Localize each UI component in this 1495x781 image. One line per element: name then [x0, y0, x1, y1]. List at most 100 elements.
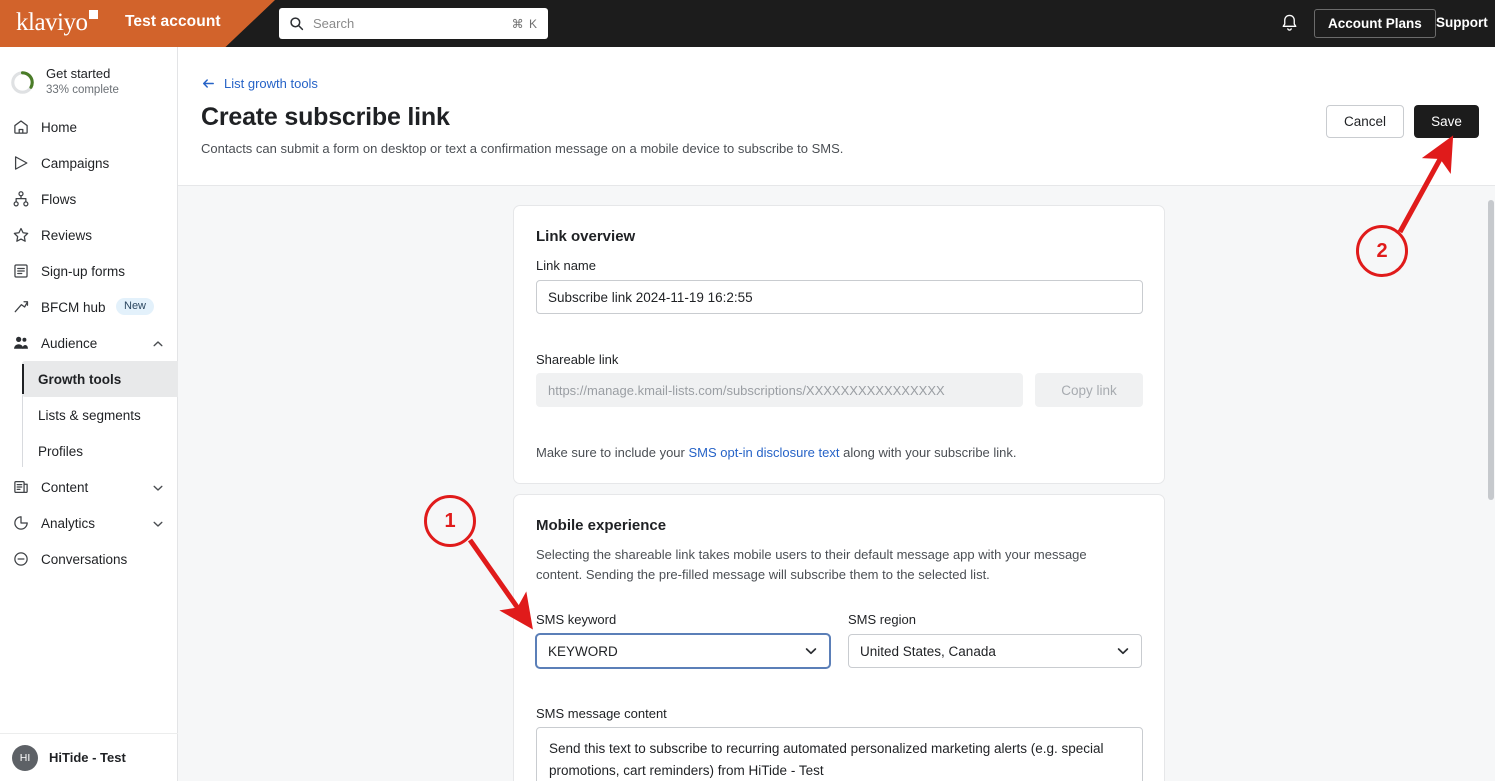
sidebar-subitem-label: Lists & segments	[38, 407, 141, 423]
get-started-title: Get started	[46, 66, 111, 82]
top-bar: klaviyo Test account Search ⌘ K Account …	[0, 0, 1495, 47]
mobile-experience-title: Mobile experience	[536, 517, 667, 534]
sidebar-item-label: Campaigns	[41, 155, 110, 171]
note-prefix: Make sure to include your	[536, 445, 689, 460]
trending-up-icon	[12, 298, 30, 316]
link-name-input[interactable]: Subscribe link 2024-11-19 16:2:55	[536, 280, 1143, 314]
copy-link-button[interactable]: Copy link	[1035, 373, 1143, 407]
sms-region-select[interactable]: United States, Canada	[848, 634, 1142, 668]
annotation-marker-1: 1	[424, 495, 476, 547]
page-subtitle: Contacts can submit a form on desktop or…	[201, 141, 844, 156]
sidebar-item-lists-segments[interactable]: Lists & segments	[22, 397, 178, 433]
sidebar-item-label: Analytics	[41, 515, 96, 531]
sidebar-item-content[interactable]: Content	[0, 469, 178, 505]
flows-icon	[12, 190, 30, 208]
copy-link-label: Copy link	[1061, 382, 1117, 398]
link-name-label: Link name	[536, 258, 596, 273]
sidebar-subitem-label: Profiles	[38, 443, 84, 459]
star-icon	[12, 226, 30, 244]
sms-disclosure-link[interactable]: SMS opt-in disclosure text	[688, 445, 839, 460]
sidebar-item-reviews[interactable]: Reviews	[0, 217, 178, 253]
sms-message-textarea[interactable]: Send this text to subscribe to recurring…	[536, 727, 1143, 781]
chevron-up-icon[interactable]	[152, 337, 164, 349]
sms-keyword-select[interactable]: KEYWORD	[536, 634, 830, 668]
new-badge: New	[116, 298, 155, 315]
sidebar-item-profiles[interactable]: Profiles	[22, 433, 178, 469]
audience-icon	[12, 334, 30, 352]
sms-keyword-label: SMS keyword	[536, 612, 617, 627]
user-name: HiTide - Test	[49, 750, 126, 765]
cancel-button[interactable]: Cancel	[1326, 105, 1404, 138]
sidebar-item-home[interactable]: Home	[0, 109, 178, 145]
shareable-link-value: https://manage.kmail-lists.com/subscript…	[548, 382, 945, 398]
back-link-label: List growth tools	[224, 76, 318, 91]
home-icon	[12, 118, 30, 136]
support-link[interactable]: Support	[1436, 15, 1488, 30]
sidebar-item-signup-forms[interactable]: Sign-up forms	[0, 253, 178, 289]
sms-region-value: United States, Canada	[860, 643, 996, 659]
sidebar: Get started 33% complete Home Campaigns …	[0, 47, 178, 781]
sidebar-item-label: BFCM hub	[41, 299, 106, 315]
main-content: Link overview Link name Subscribe link 2…	[178, 186, 1495, 781]
conversations-icon	[12, 550, 30, 568]
page-header: List growth tools Create subscribe link …	[178, 47, 1495, 186]
annotation-marker-1-number: 1	[444, 509, 456, 532]
sms-message-label: SMS message content	[536, 706, 667, 721]
disclosure-note: Make sure to include your SMS opt-in dis…	[536, 445, 1017, 460]
get-started-widget[interactable]: Get started 33% complete	[0, 61, 178, 103]
klaviyo-logo[interactable]: klaviyo	[16, 9, 88, 37]
bell-icon[interactable]	[1280, 13, 1299, 34]
sidebar-item-label: Flows	[41, 191, 77, 207]
link-name-value: Subscribe link 2024-11-19 16:2:55	[548, 289, 753, 305]
sms-keyword-value: KEYWORD	[548, 643, 618, 659]
get-started-subtitle: 33% complete	[46, 84, 119, 97]
cancel-label: Cancel	[1343, 114, 1387, 129]
account-plans-button[interactable]: Account Plans	[1314, 9, 1436, 38]
account-plans-label: Account Plans	[1328, 16, 1422, 31]
chevron-down-icon	[804, 644, 818, 658]
avatar: HI	[12, 744, 38, 771]
sidebar-item-label: Sign-up forms	[41, 263, 126, 279]
analytics-icon	[12, 514, 30, 532]
account-name: Test account	[125, 13, 221, 30]
sidebar-user-row[interactable]: HI HiTide - Test	[0, 733, 178, 781]
sidebar-item-audience[interactable]: Audience	[0, 325, 178, 361]
search-shortcut: ⌘ K	[511, 16, 538, 31]
sidebar-item-conversations[interactable]: Conversations	[0, 541, 178, 577]
chevron-down-icon	[1116, 644, 1130, 658]
sidebar-nav: Home Campaigns Flows Reviews Sign-up for…	[0, 109, 178, 577]
logo-square-icon	[89, 10, 98, 19]
scrollbar-thumb[interactable]	[1488, 200, 1494, 500]
form-icon	[12, 262, 30, 280]
mobile-experience-description: Selecting the shareable link takes mobil…	[536, 547, 1087, 583]
chevron-down-icon[interactable]	[152, 481, 164, 493]
page-title: Create subscribe link	[201, 103, 450, 131]
sidebar-subnav-audience: Growth tools Lists & segments Profiles	[0, 361, 178, 469]
sidebar-item-label: Audience	[41, 335, 98, 351]
shareable-link-input: https://manage.kmail-lists.com/subscript…	[536, 373, 1023, 407]
note-suffix: along with your subscribe link.	[839, 445, 1017, 460]
sidebar-subitem-label: Growth tools	[38, 371, 122, 387]
search-icon	[289, 16, 304, 31]
annotation-marker-2: 2	[1356, 225, 1408, 277]
sidebar-item-bfcm-hub[interactable]: BFCM hub New	[0, 289, 178, 325]
link-overview-title: Link overview	[536, 228, 636, 245]
shareable-link-label: Shareable link	[536, 352, 619, 367]
sidebar-item-growth-tools[interactable]: Growth tools	[22, 361, 178, 397]
content-icon	[12, 478, 30, 496]
breadcrumb-back-link[interactable]: List growth tools	[201, 76, 318, 91]
sidebar-item-analytics[interactable]: Analytics	[0, 505, 178, 541]
save-label: Save	[1431, 114, 1462, 129]
save-button[interactable]: Save	[1414, 105, 1479, 138]
annotation-marker-2-number: 2	[1376, 239, 1388, 262]
sidebar-item-label: Reviews	[41, 227, 93, 243]
sidebar-item-campaigns[interactable]: Campaigns	[0, 145, 178, 181]
sidebar-item-flows[interactable]: Flows	[0, 181, 178, 217]
search-input[interactable]: Search ⌘ K	[279, 8, 548, 39]
sms-region-label: SMS region	[848, 612, 916, 627]
sms-message-value: Send this text to subscribe to recurring…	[549, 741, 1104, 778]
chevron-down-icon[interactable]	[152, 517, 164, 529]
app-root: klaviyo Test account Search ⌘ K Account …	[0, 0, 1495, 781]
sidebar-item-label: Home	[41, 119, 78, 135]
progress-ring-icon	[10, 70, 35, 95]
